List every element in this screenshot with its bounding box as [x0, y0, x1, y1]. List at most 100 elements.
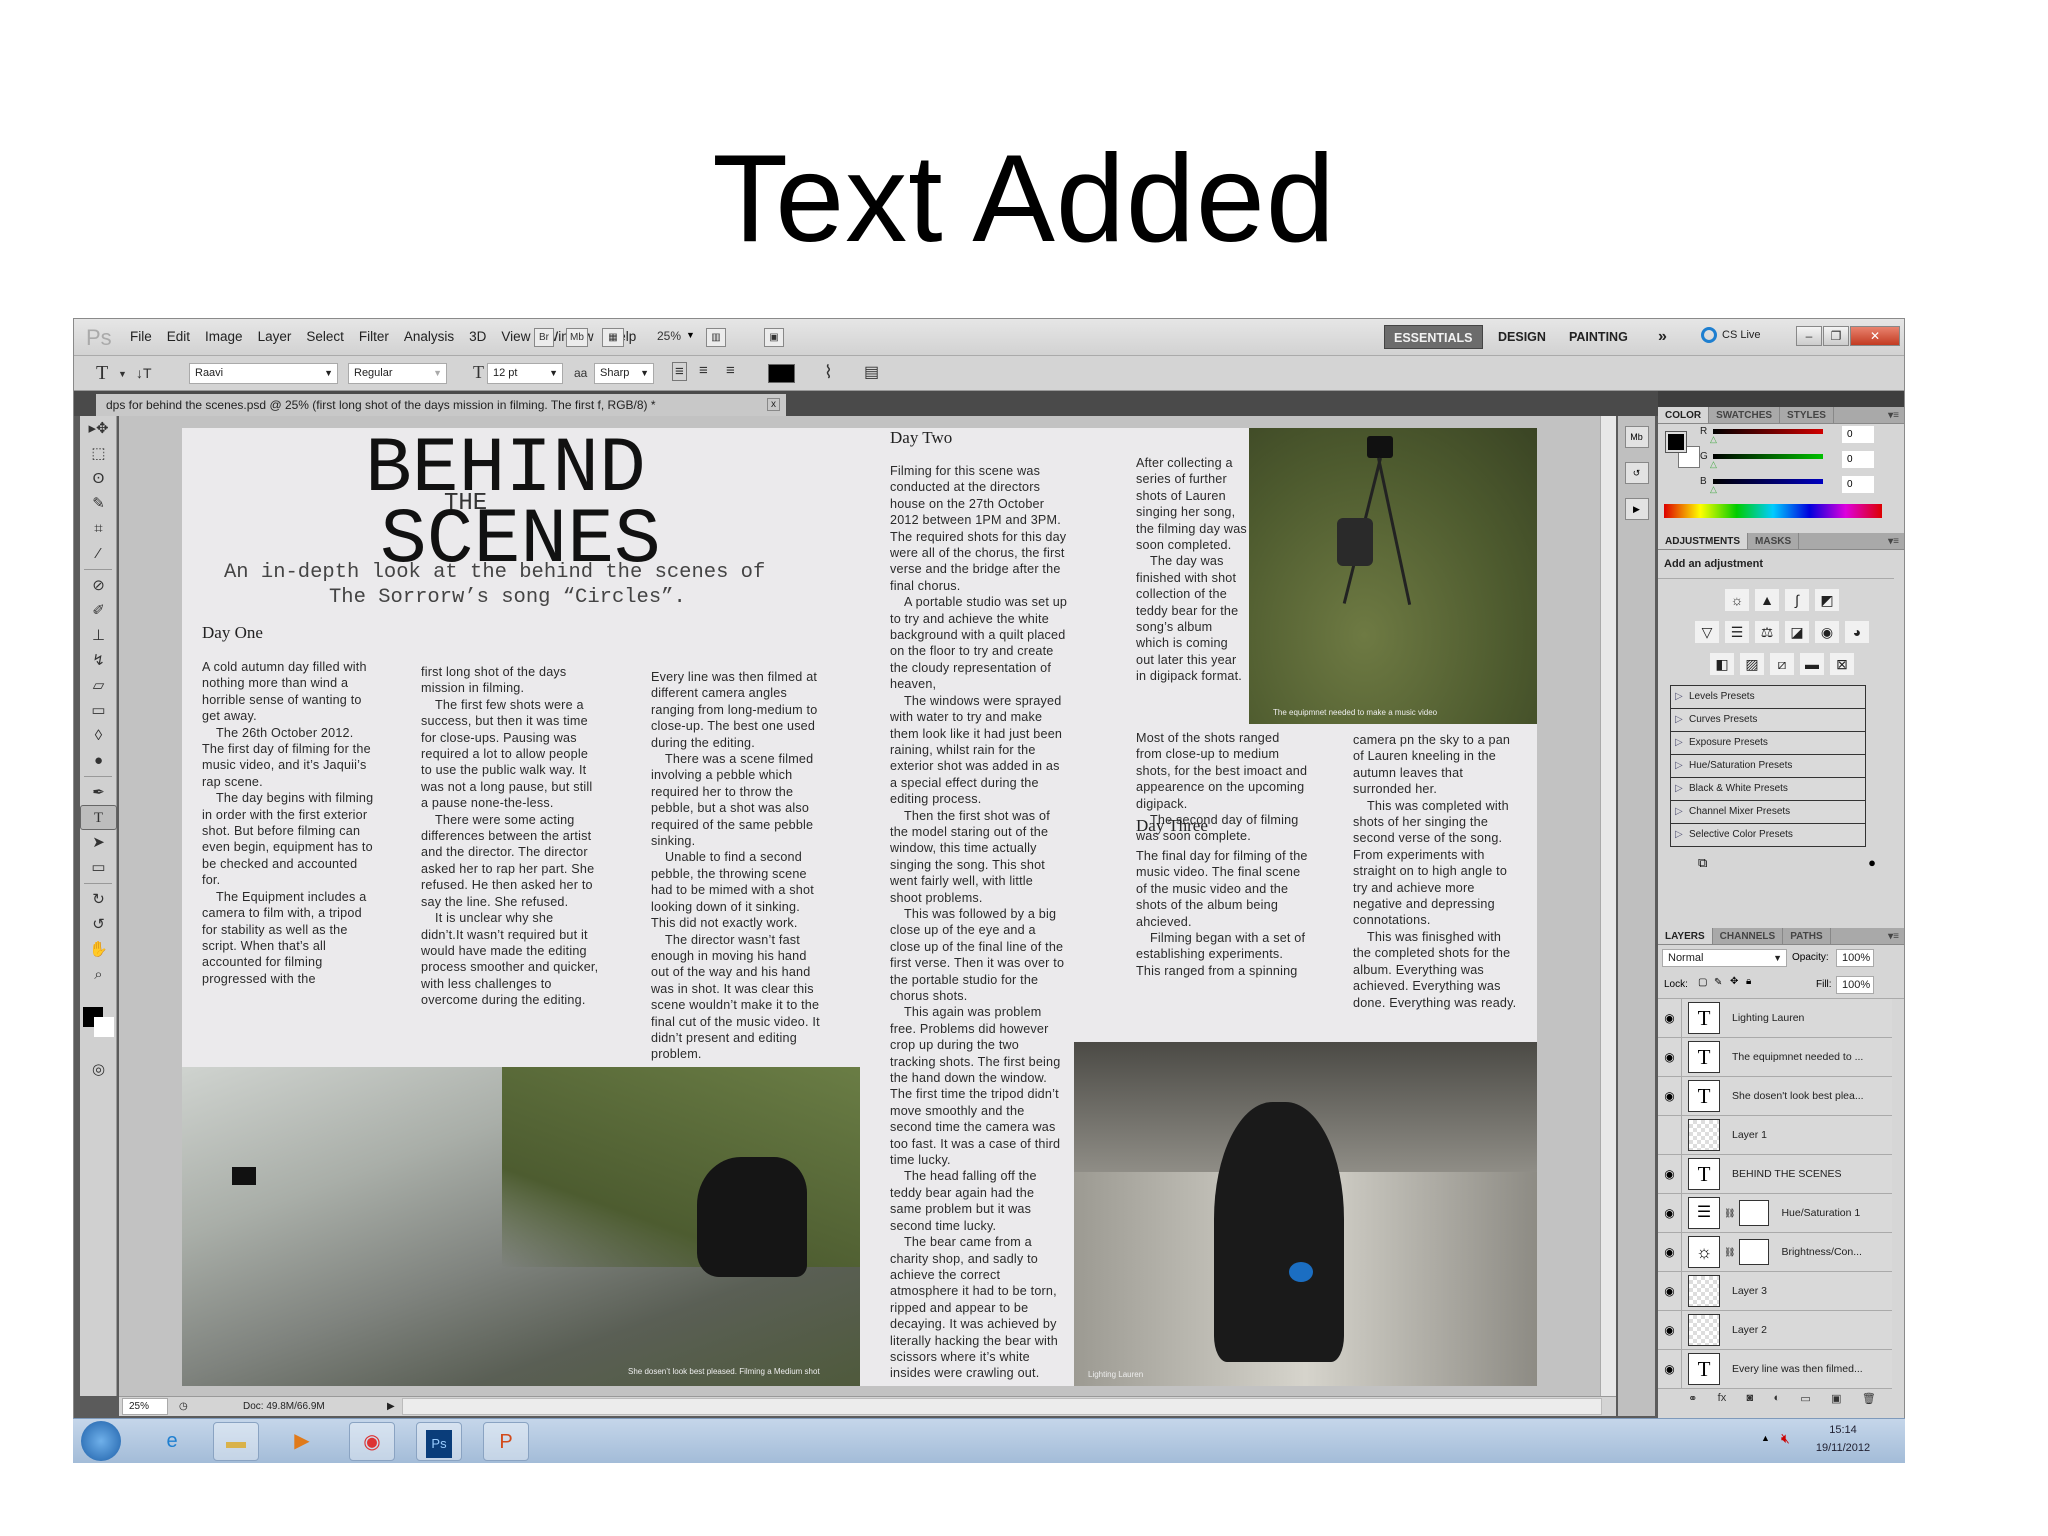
screen-mode-button[interactable]: ▣ [764, 328, 784, 347]
character-panel-icon[interactable]: ▤ [864, 362, 879, 382]
history-panel-icon[interactable]: ↺ [1624, 462, 1649, 484]
hand-tool-icon[interactable]: ✋ [80, 937, 117, 962]
channel-mixer-icon[interactable]: ◕ [1845, 621, 1869, 643]
tab-styles[interactable]: STYLES [1780, 407, 1834, 423]
restore-button[interactable]: ❐ [1823, 326, 1849, 346]
color-spectrum-ramp[interactable] [1664, 504, 1882, 518]
gradient-tool-icon[interactable]: ▭ [80, 698, 117, 723]
clone-stamp-tool-icon[interactable]: ⊥ [80, 623, 117, 648]
layer-row[interactable]: ◉ Layer 2 [1658, 1311, 1892, 1350]
preset-item[interactable]: Black & White Presets [1670, 778, 1866, 801]
zoom-level-select[interactable]: 25% [657, 329, 681, 343]
menu-edit[interactable]: Edit [167, 329, 190, 344]
dodge-tool-icon[interactable]: ● [80, 748, 117, 773]
preset-item[interactable]: Levels Presets [1670, 686, 1866, 709]
workspace-design[interactable]: DESIGN [1489, 325, 1555, 349]
document-tab[interactable]: dps for behind the scenes.psd @ 25% (fir… [96, 394, 786, 416]
font-style-select[interactable]: Regular ▼ [348, 363, 447, 384]
photoshop-taskbar-button[interactable]: Ps [416, 1422, 462, 1461]
actions-panel-icon[interactable]: ▶ [1624, 498, 1649, 520]
brush-tool-icon[interactable]: ✐ [80, 598, 117, 623]
delete-layer-icon[interactable]: 🗑︎ [1862, 1392, 1876, 1405]
hue-saturation-icon[interactable]: ☰ [1725, 621, 1749, 643]
file-explorer-icon[interactable]: ▬ [213, 1422, 259, 1461]
posterize-icon[interactable]: ▨ [1740, 653, 1764, 675]
tab-paths[interactable]: PATHS [1783, 928, 1831, 944]
preset-item[interactable]: Exposure Presets [1670, 732, 1866, 755]
link-icon[interactable]: ⛓ [1724, 1208, 1735, 1219]
panel-menu-icon[interactable]: ▾≡ [1881, 533, 1904, 549]
internet-explorer-icon[interactable]: e [149, 1422, 195, 1461]
align-center-button[interactable]: ≡ [699, 362, 708, 379]
horizontal-scrollbar[interactable] [402, 1398, 1602, 1415]
clip-to-layer-icon[interactable]: ⧉ [1698, 855, 1707, 871]
eye-icon[interactable]: ◉ [1658, 1311, 1682, 1349]
rectangle-tool-icon[interactable]: ▭ [80, 855, 117, 880]
status-menu-arrow-icon[interactable]: ▶ [387, 1397, 395, 1416]
type-tool-icon[interactable]: T [80, 805, 117, 830]
channel-value[interactable]: 0 [1842, 476, 1874, 493]
threshold-icon[interactable]: ⧄ [1770, 653, 1794, 675]
panel-menu-icon[interactable]: ▾≡ [1881, 407, 1904, 423]
hidden-eye-slot[interactable] [1658, 1116, 1682, 1154]
canvas-area[interactable]: BEHIND THE SCENES An in-depth look at th… [119, 416, 1616, 1396]
menu-view[interactable]: View [501, 329, 530, 344]
layer-row[interactable]: ◉ Layer 3 [1658, 1272, 1892, 1311]
layer-row[interactable]: ◉ T Lighting Lauren [1658, 999, 1892, 1038]
quick-selection-tool-icon[interactable]: ✎ [80, 491, 117, 516]
zoom-field[interactable]: 25% [122, 1398, 168, 1415]
3d-orbit-tool-icon[interactable]: ↺ [80, 912, 117, 937]
add-mask-icon[interactable]: ◙ [1747, 1392, 1754, 1405]
history-brush-tool-icon[interactable]: ↯ [80, 648, 117, 673]
more-workspaces-button[interactable]: » [1649, 325, 1676, 349]
slider-thumb-icon[interactable]: △ [1710, 459, 1717, 470]
brightness-contrast-icon[interactable]: ☼ [1725, 589, 1749, 611]
foreground-color-swatch[interactable] [1665, 431, 1687, 453]
eye-icon[interactable]: ◉ [1658, 1194, 1682, 1232]
zoom-tool-icon[interactable]: ⌕ [80, 962, 117, 987]
3d-rotate-tool-icon[interactable]: ↻ [80, 887, 117, 912]
arrange-documents-button[interactable]: ▥ [706, 328, 726, 347]
layer-row[interactable]: ◉ T Every line was then filmed... [1658, 1350, 1892, 1389]
tab-masks[interactable]: MASKS [1748, 533, 1800, 549]
pen-tool-icon[interactable]: ✒ [80, 780, 117, 805]
lock-pixels-icon[interactable]: ✎ [1714, 977, 1722, 988]
layer-row[interactable]: ◉ ☰ ⛓ Hue/Saturation 1 [1658, 1194, 1892, 1233]
photo-filter-icon[interactable]: ◉ [1815, 621, 1839, 643]
lock-all-icon[interactable]: 🔒︎ [1746, 976, 1751, 987]
tool-color-swatches[interactable] [80, 997, 116, 1057]
warp-text-icon[interactable]: ⌇ [824, 362, 833, 383]
invert-icon[interactable]: ◧ [1710, 653, 1734, 675]
tab-color[interactable]: COLOR [1658, 407, 1710, 423]
align-left-button[interactable]: ≡ [672, 362, 687, 381]
background-swatch[interactable] [94, 1017, 114, 1037]
tab-adjustments[interactable]: ADJUSTMENTS [1658, 533, 1749, 549]
mini-bridge-button[interactable]: Mb [566, 328, 588, 347]
move-tool-icon[interactable]: ▸✥ [80, 416, 117, 441]
media-player-icon[interactable]: ▶ [279, 1422, 325, 1461]
align-right-button[interactable]: ≡ [726, 362, 735, 379]
curves-icon[interactable]: ∫ [1785, 589, 1809, 611]
close-button[interactable]: ✕ [1850, 326, 1900, 346]
slider-thumb-icon[interactable]: △ [1710, 434, 1717, 445]
channel-value[interactable]: 0 [1842, 451, 1874, 468]
exposure-icon[interactable]: ◩ [1815, 589, 1839, 611]
layer-row[interactable]: ◉ ☼ ⛓ Brightness/Con... [1658, 1233, 1892, 1272]
view-extras-button[interactable]: ▦ [602, 328, 624, 347]
chrome-icon[interactable]: ◉ [349, 1422, 395, 1461]
panel-menu-icon[interactable]: ▾≡ [1881, 928, 1904, 944]
slider-thumb-icon[interactable]: △ [1710, 484, 1717, 495]
preset-item[interactable]: Curves Presets [1670, 709, 1866, 732]
fill-field[interactable]: 100% [1836, 976, 1874, 994]
menu-3d[interactable]: 3D [469, 329, 486, 344]
visibility-toggle-icon[interactable]: ● [1868, 855, 1876, 871]
new-adjustment-layer-icon[interactable]: ◐ [1773, 1392, 1780, 1405]
clock-date[interactable]: 19/11/2012 [1813, 1442, 1873, 1454]
eye-icon[interactable]: ◉ [1658, 1077, 1682, 1115]
eye-icon[interactable]: ◉ [1658, 999, 1682, 1037]
preset-item[interactable]: Channel Mixer Presets [1670, 801, 1866, 824]
workspace-painting[interactable]: PAINTING [1560, 325, 1637, 349]
workspace-essentials[interactable]: ESSENTIALS [1384, 325, 1483, 349]
eye-icon[interactable]: ◉ [1658, 1155, 1682, 1193]
text-color-swatch[interactable] [768, 364, 795, 383]
